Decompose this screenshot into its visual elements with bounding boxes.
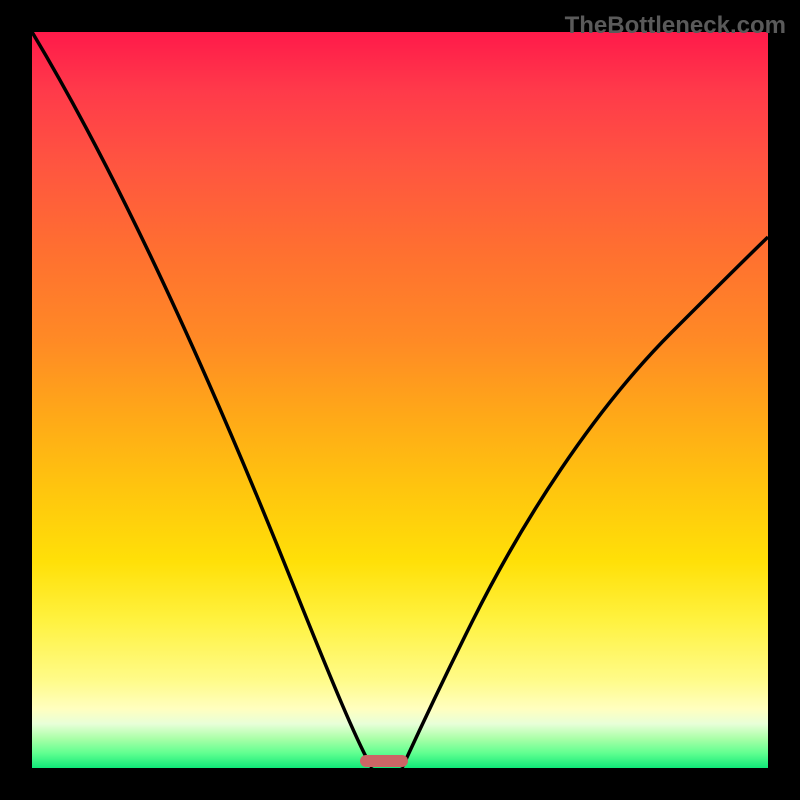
chart-container <box>32 32 768 768</box>
bottleneck-marker <box>360 755 408 767</box>
right-curve <box>402 237 768 768</box>
watermark-text: TheBottleneck.com <box>565 12 786 40</box>
left-curve <box>32 32 372 768</box>
curve-plot <box>32 32 768 768</box>
